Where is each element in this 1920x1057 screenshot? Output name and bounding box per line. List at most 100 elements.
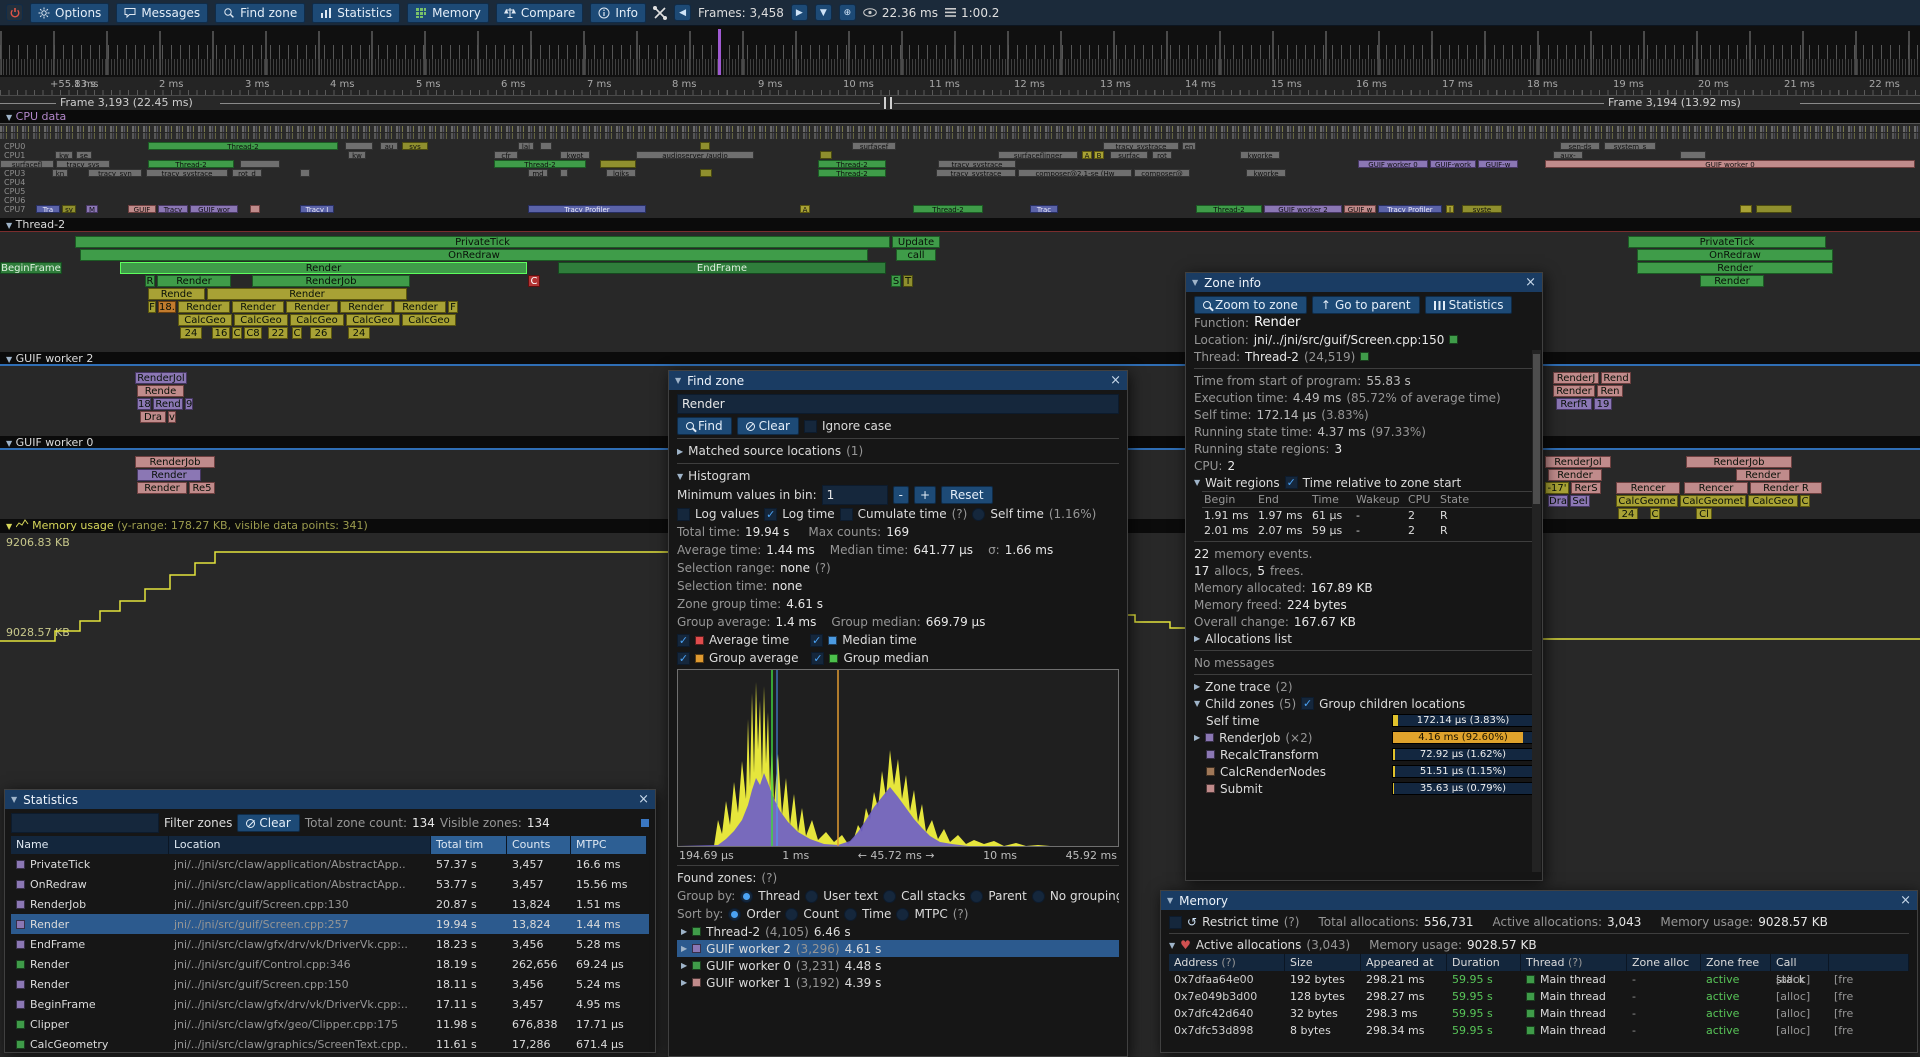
cpu-zone[interactable]: GUIF worker 0	[1358, 160, 1428, 168]
timeline-zone[interactable]: Rencer	[1616, 482, 1680, 494]
timeline-zone[interactable]: Render	[1548, 469, 1602, 481]
child-zones-toggle[interactable]: ▼Child zones(5)Group children locations	[1194, 695, 1534, 712]
stat-row[interactable]: RenderJobjni/../jni/src/guif/Screen.cpp:…	[11, 894, 649, 914]
cpu-zone[interactable]: A	[800, 205, 810, 213]
cpu-zone[interactable]: GUIF wor	[190, 205, 238, 213]
timeline-zone[interactable]: RenderJ	[1553, 372, 1599, 384]
active-allocations-toggle[interactable]: ▼ ♥ Active allocations(3,043) Memory usa…	[1169, 936, 1909, 954]
memory-row[interactable]: 0x7dfc53d8988 bytes298.34 ms59.95 sMain …	[1169, 1022, 1909, 1039]
find-zone-button[interactable]: Find zone	[215, 3, 305, 23]
cpu-zone[interactable]: md	[528, 169, 548, 177]
close-icon[interactable]: ×	[638, 793, 649, 806]
timeline-zone[interactable]: -17'	[1545, 482, 1569, 494]
memory-titlebar[interactable]: ▼ Memory ×	[1161, 891, 1917, 910]
cpu-zone[interactable]: I	[1446, 205, 1454, 213]
guif-worker2-header[interactable]: ▼ GUIF worker 2	[0, 352, 1920, 366]
clear-filter-button[interactable]: Clear	[237, 814, 299, 832]
cpu-zone[interactable]: tracy_systrace	[938, 160, 1016, 168]
found-group-row[interactable]: ▶Thread-2(4,105)6.46 s	[677, 923, 1119, 940]
min-bin-input[interactable]	[822, 485, 888, 505]
cpu-zone[interactable]: se	[76, 151, 92, 159]
find-zone-titlebar[interactable]: ▼ Find zone ×	[669, 371, 1127, 390]
cpu-zone[interactable]: kworke	[1240, 151, 1280, 159]
timeline-zone[interactable]: RenderJol	[1545, 456, 1611, 468]
timeline-zone[interactable]: Render	[207, 288, 407, 300]
cpu-zone[interactable]: system_s	[1604, 142, 1656, 150]
cpu-zone[interactable]: Thread-2	[1196, 205, 1262, 213]
cpu-zone[interactable]: lgiks	[606, 169, 636, 177]
found-group-row[interactable]: ▶GUIF worker 0(3,231)4.48 s	[677, 957, 1119, 974]
timeline-zone[interactable]: Re5	[189, 482, 215, 494]
cpu-zone[interactable]	[560, 169, 568, 177]
timeline-zone[interactable]: 9	[185, 398, 193, 410]
timeline-zone[interactable]: F	[448, 301, 458, 313]
stat-row[interactable]: Clipperjni/../jni/src/claw/gfx/geo/Clipp…	[11, 1014, 649, 1034]
child-zone-row[interactable]: Submit35.63 μs (0.79%)	[1194, 780, 1534, 797]
timeline-zone[interactable]: C	[232, 327, 242, 339]
cpu-zone[interactable]: Thread-2	[494, 160, 586, 168]
info-button[interactable]: Info	[590, 3, 646, 23]
cpu-zone[interactable]	[600, 160, 636, 168]
group-by-parent-radio[interactable]	[970, 890, 983, 903]
cumulate-time-checkbox[interactable]	[840, 508, 853, 521]
cpu-zone[interactable]: lai	[518, 142, 534, 150]
timeline-zone[interactable]: 16	[212, 327, 230, 339]
timeline-zone[interactable]: 18.	[158, 301, 176, 313]
zone-info-scrollbar[interactable]	[1532, 350, 1541, 872]
cpu-zone[interactable]: kn	[52, 169, 68, 177]
timeline-zone[interactable]: Rende	[137, 385, 184, 397]
cpu-zone[interactable]	[820, 151, 832, 159]
go-to-parent-button[interactable]: ↑Go to parent	[1312, 296, 1420, 314]
options-button[interactable]: Options	[30, 3, 109, 23]
timeline-zone[interactable]: call	[896, 249, 936, 261]
stat-row[interactable]: EndFramejni/../jni/src/claw/gfx/drv/vk/D…	[11, 934, 649, 954]
sort-by-order-radio[interactable]	[728, 908, 741, 921]
timeline-zone[interactable]: Render	[1637, 262, 1833, 274]
filter-zones-input[interactable]	[11, 813, 159, 833]
timeline-zone[interactable]: Ren	[1597, 385, 1623, 397]
column-header-call-stack[interactable]: Call stack	[1771, 954, 1829, 971]
timeline-zone[interactable]: RenderJol	[135, 372, 187, 384]
wait-regions-toggle[interactable]: ▼Wait regionsTime relative to zone start	[1194, 474, 1534, 491]
close-icon[interactable]: ×	[1110, 374, 1121, 387]
zone-trace-toggle[interactable]: ▶Zone trace(2)	[1194, 678, 1534, 695]
column-header-address[interactable]: Address (?)	[1169, 954, 1285, 971]
timeline-zone[interactable]: 26	[310, 327, 332, 339]
group-by-usertext-radio[interactable]	[805, 890, 818, 903]
group-avg-checkbox[interactable]	[677, 652, 690, 665]
cpu-zone[interactable]: GUIF-work	[1430, 160, 1476, 168]
wait-region-row[interactable]: 1.91 ms1.97 ms61 μs-2R	[1202, 508, 1534, 523]
timeline-zone[interactable]: CalcGeo	[178, 314, 232, 326]
avg-time-checkbox[interactable]	[677, 634, 690, 647]
cpu-zone[interactable]: M	[86, 205, 98, 213]
timeline-zone[interactable]: Render	[178, 301, 230, 313]
timeline-zone[interactable]: C	[1800, 495, 1810, 507]
close-icon[interactable]: ×	[1900, 894, 1911, 907]
cpu-zone[interactable]: surfaceflinger	[998, 151, 1078, 159]
clear-button[interactable]: Clear	[737, 417, 799, 435]
cpu-zone[interactable]: cfr	[494, 151, 518, 159]
column-header-total-time[interactable]: Total tim	[431, 836, 507, 854]
time-ruler[interactable]: +55.83 s 1 ms 2 ms 3 ms 4 ms 5 ms 6 ms 7…	[0, 77, 1920, 96]
thread2-header[interactable]: ▼ Thread-2	[0, 218, 1920, 232]
memory-button[interactable]: Memory	[407, 3, 489, 23]
timeline-zone[interactable]: C	[292, 327, 302, 339]
bin-minus-button[interactable]: -	[893, 486, 909, 504]
cpu-zone[interactable]: kw	[348, 151, 366, 159]
frame-markers-row[interactable]: Frame 3,193 (22.45 ms) Frame 3,194 (13.9…	[0, 96, 1920, 110]
statistics-titlebar[interactable]: ▼ Statistics ×	[5, 790, 655, 809]
timeline-zone[interactable]: CalcGeome	[1616, 495, 1678, 507]
column-header-location[interactable]: Location	[169, 836, 431, 854]
cpu-zone[interactable]: Thread-2	[818, 160, 886, 168]
cpu-zone[interactable]: kwot	[560, 151, 590, 159]
timeline-zone[interactable]: CalcGeo	[234, 314, 288, 326]
cpu-zone[interactable]: composer@	[1134, 169, 1190, 177]
cpu-zone[interactable]: GUIF worker 0	[1545, 160, 1915, 168]
timeline-zone[interactable]: CalcGeo	[402, 314, 456, 326]
messages-button[interactable]: Messages	[116, 3, 208, 23]
timeline-zone[interactable]: Render	[394, 301, 446, 313]
cpu-zone[interactable]	[240, 160, 280, 168]
timeline-zone[interactable]: 24	[348, 327, 370, 339]
timeline-zone[interactable]: 24	[180, 327, 202, 339]
timeline-zone[interactable]: CalcGeo	[290, 314, 344, 326]
